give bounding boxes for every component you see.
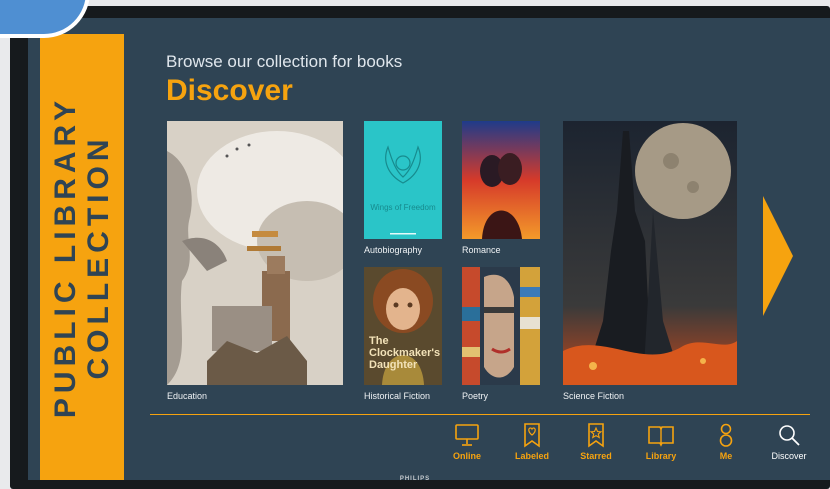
nav-divider <box>150 414 810 415</box>
education-cover <box>167 121 343 385</box>
book-label: Education <box>167 391 208 401</box>
book-label: Poetry <box>462 391 489 401</box>
screen: PUBLIC LIBRARY COLLECTION Browse our col… <box>28 18 830 480</box>
book-label: Autobiography <box>364 245 423 255</box>
nav-discover[interactable]: Discover <box>759 422 819 461</box>
brand-logo: PHILIPS <box>399 476 431 482</box>
open-book-icon <box>648 426 674 447</box>
nav-label: Me <box>719 451 733 461</box>
book-label: Romance <box>462 245 501 255</box>
nav-online[interactable]: Online <box>437 422 497 461</box>
autobiography-cover-title: Wings of Freedom <box>370 203 436 212</box>
nav-label: Online <box>452 451 481 461</box>
autobiography-cover: Wings of Freedom <box>364 121 442 239</box>
nav-starred[interactable]: Starred <box>566 422 626 461</box>
page-subtitle: Browse our collection for books <box>166 52 403 71</box>
nav-label: Starred <box>580 451 612 461</box>
person-icon <box>719 423 733 447</box>
page-title: Discover <box>166 74 293 107</box>
bookmark-star-icon <box>588 423 604 448</box>
book-label: Historical Fiction <box>364 391 431 401</box>
monitor-icon <box>455 424 479 446</box>
nav-label: Labeled <box>514 451 549 461</box>
banner-line-2: COLLECTION <box>82 134 115 380</box>
romance-cover <box>462 121 540 239</box>
nav-me[interactable]: Me <box>696 422 756 461</box>
bookmark-heart-icon <box>524 423 540 448</box>
search-icon <box>779 425 800 446</box>
next-arrow[interactable] <box>763 196 793 316</box>
library-banner-text: PUBLIC LIBRARY COLLECTION <box>49 47 115 467</box>
display-bezel: PUBLIC LIBRARY COLLECTION Browse our col… <box>10 6 830 489</box>
library-banner: PUBLIC LIBRARY COLLECTION <box>40 34 124 480</box>
nav-labeled[interactable]: Labeled <box>502 422 562 461</box>
poetry-cover <box>462 267 540 385</box>
nav-library[interactable]: Library <box>631 422 691 461</box>
banner-line-1: PUBLIC LIBRARY <box>49 95 82 419</box>
nav-label: Discover <box>771 451 807 461</box>
book-label: Science Fiction <box>563 391 625 401</box>
historical-fiction-cover-title: The Clockmaker's Daughter <box>369 335 441 371</box>
nav-label: Library <box>645 451 677 461</box>
science-fiction-cover <box>563 121 737 385</box>
historical-fiction-cover: The Clockmaker's Daughter <box>364 267 442 385</box>
